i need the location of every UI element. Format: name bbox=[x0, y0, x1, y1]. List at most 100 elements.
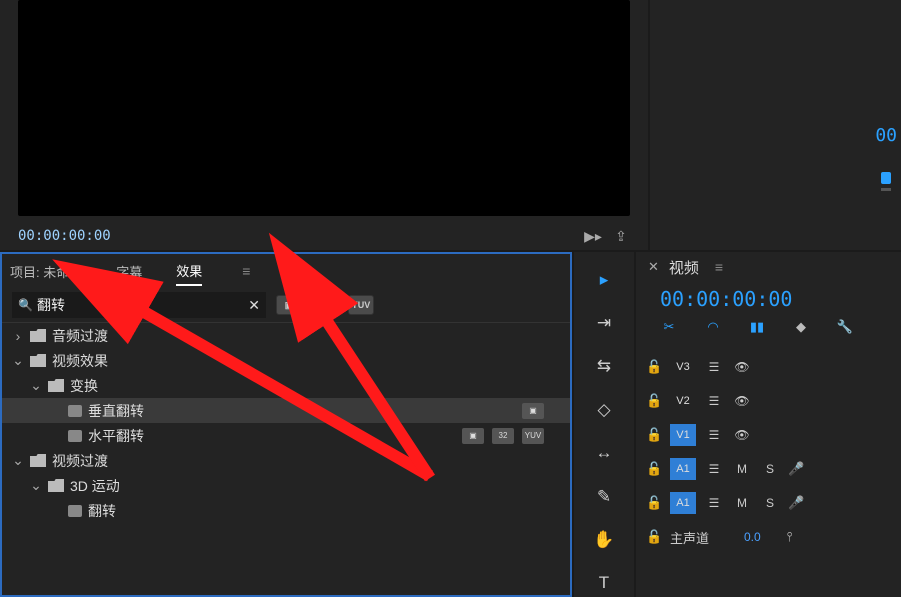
snap-icon[interactable]: ◠ bbox=[704, 318, 722, 336]
mic-icon[interactable]: 🎤 bbox=[788, 461, 804, 477]
folder-icon bbox=[30, 354, 46, 367]
pen-tool[interactable]: ✎ bbox=[590, 483, 618, 510]
tree-label: 3D 运动 bbox=[70, 476, 120, 496]
tree-label: 翻转 bbox=[88, 501, 116, 521]
lock-icon[interactable]: 🔓 bbox=[646, 529, 662, 545]
mic-icon[interactable]: 🎤 bbox=[788, 495, 804, 511]
clear-search-icon[interactable]: ✕ bbox=[248, 297, 260, 314]
folder-icon bbox=[48, 479, 64, 492]
track-master[interactable]: 🔓 主声道 0.0 ⫯ bbox=[642, 522, 901, 552]
solo-button[interactable]: S bbox=[760, 494, 780, 512]
caret-icon: ⌄ bbox=[30, 377, 42, 394]
rolling-tool[interactable]: ⇆ bbox=[590, 353, 618, 380]
tree-label: 视频效果 bbox=[52, 351, 108, 371]
lock-icon[interactable]: 🔓 bbox=[646, 393, 662, 409]
accelerated-icon: ▣ bbox=[522, 403, 544, 419]
tree-label: 垂直翻转 bbox=[88, 401, 144, 421]
track-a1[interactable]: 🔓 A1 ☰ M S 🎤 bbox=[642, 488, 901, 518]
track-v1[interactable]: 🔓 V1 ☰ 👁 bbox=[642, 420, 901, 450]
accelerated-icon: ▣ bbox=[462, 428, 484, 444]
eye-icon[interactable]: 👁 bbox=[732, 358, 752, 376]
settings-icon[interactable]: 🔧 bbox=[836, 318, 854, 336]
track-label[interactable]: A1 bbox=[670, 492, 696, 514]
tab-subtitle[interactable]: 字幕 bbox=[116, 258, 142, 285]
32bit-filter-badge[interactable]: 32 bbox=[312, 295, 338, 315]
accelerated-filter-badge[interactable]: ▣ bbox=[276, 295, 302, 315]
track-a1-source[interactable]: 🔓 A1 ☰ M S 🎤 bbox=[642, 454, 901, 484]
mute-button[interactable]: M bbox=[732, 494, 752, 512]
export-frame-icon[interactable]: ⇪ bbox=[612, 228, 630, 244]
close-icon[interactable]: ✕ bbox=[648, 259, 659, 275]
sync-lock-icon[interactable]: ☰ bbox=[704, 358, 724, 376]
tab-project[interactable]: 项目: 未命名 bbox=[10, 258, 82, 285]
effect-horizontal-flip[interactable]: 水平翻转 ▣ 32 YUV bbox=[2, 423, 570, 448]
monitor-timecode: 00:00:00:00 bbox=[18, 228, 111, 244]
nest-toggle-icon[interactable]: ✂ bbox=[660, 318, 678, 336]
effect-vertical-flip[interactable]: 垂直翻转 ▣ bbox=[2, 398, 570, 423]
effect-flip-transition[interactable]: 翻转 bbox=[2, 498, 570, 523]
effects-panel: 项目: 未命名 字幕 效果 ≡ 🔍 ✕ ▣ 32 YUV › 音频过渡 ⌄ bbox=[0, 252, 572, 597]
sync-lock-icon[interactable]: ☰ bbox=[704, 494, 724, 512]
effects-search-box[interactable]: 🔍 ✕ bbox=[12, 292, 266, 318]
tree-video-effects[interactable]: ⌄ 视频效果 bbox=[2, 348, 570, 373]
lock-icon[interactable]: 🔓 bbox=[646, 359, 662, 375]
eye-icon[interactable]: 👁 bbox=[732, 392, 752, 410]
panel-menu-icon[interactable]: ≡ bbox=[242, 263, 250, 279]
tree-label: 变换 bbox=[70, 376, 98, 396]
ripple-tool[interactable]: ⇥ bbox=[590, 309, 618, 336]
tree-video-transitions[interactable]: ⌄ 视频过渡 bbox=[2, 448, 570, 473]
eye-icon[interactable]: 👁 bbox=[732, 426, 752, 444]
master-volume[interactable]: 0.0 bbox=[744, 530, 761, 544]
track-label[interactable]: V2 bbox=[670, 390, 696, 412]
track-v3[interactable]: 🔓 V3 ☰ 👁 bbox=[642, 352, 901, 382]
panel-menu-icon[interactable]: ≡ bbox=[715, 259, 723, 275]
caret-icon: › bbox=[12, 328, 24, 344]
solo-button[interactable]: S bbox=[760, 460, 780, 478]
sync-lock-icon[interactable]: ☰ bbox=[704, 392, 724, 410]
tree-3d-motion[interactable]: ⌄ 3D 运动 bbox=[2, 473, 570, 498]
selection-tool[interactable]: ▸ bbox=[590, 266, 618, 293]
play-icon[interactable]: ▶▸ bbox=[584, 228, 602, 244]
program-monitor: 00 bbox=[648, 0, 901, 250]
32bit-icon: 32 bbox=[492, 428, 514, 444]
tree-audio-transitions[interactable]: › 音频过渡 bbox=[2, 323, 570, 348]
sync-lock-icon[interactable]: ☰ bbox=[704, 460, 724, 478]
slip-tool[interactable]: ↔ bbox=[590, 440, 618, 467]
caret-icon: ⌄ bbox=[12, 352, 24, 369]
tab-effects[interactable]: 效果 bbox=[176, 257, 202, 286]
tree-transform[interactable]: ⌄ 变换 bbox=[2, 373, 570, 398]
partial-timecode: 00 bbox=[875, 125, 897, 146]
folder-icon bbox=[30, 454, 46, 467]
playhead-handle[interactable] bbox=[881, 172, 891, 184]
effect-icon bbox=[68, 505, 82, 517]
timeline-title: 视频 bbox=[669, 257, 699, 278]
marker-icon[interactable]: ◆ bbox=[792, 318, 810, 336]
lock-icon[interactable]: 🔓 bbox=[646, 495, 662, 511]
linked-selection-icon[interactable]: ▮▮ bbox=[748, 318, 766, 336]
effect-icon bbox=[68, 430, 82, 442]
track-header-area: 🔓 V3 ☰ 👁 🔓 V2 ☰ 👁 🔓 V1 ☰ 👁 🔓 A1 ☰ bbox=[636, 344, 901, 597]
source-monitor: 00:00:00:00 ▶▸ ⇪ bbox=[0, 0, 648, 250]
lock-icon[interactable]: 🔓 bbox=[646, 461, 662, 477]
track-v2[interactable]: 🔓 V2 ☰ 👁 bbox=[642, 386, 901, 416]
track-label[interactable]: V3 bbox=[670, 356, 696, 378]
folder-icon bbox=[30, 329, 46, 342]
lock-icon[interactable]: 🔓 bbox=[646, 427, 662, 443]
tree-label: 水平翻转 bbox=[88, 426, 144, 446]
search-input[interactable] bbox=[37, 297, 248, 313]
tool-panel: ▸ ⇥ ⇆ ◇ ↔ ✎ ✋ T bbox=[572, 252, 634, 597]
caret-icon: ⌄ bbox=[30, 477, 42, 494]
rate-stretch-tool[interactable]: ◇ bbox=[590, 396, 618, 423]
effect-icon bbox=[68, 405, 82, 417]
timeline-timecode[interactable]: 00:00:00:00 bbox=[636, 282, 901, 316]
track-label[interactable]: A1 bbox=[670, 458, 696, 480]
meter-icon[interactable]: ⫯ bbox=[787, 529, 803, 545]
mute-button[interactable]: M bbox=[732, 460, 752, 478]
caret-icon: ⌄ bbox=[12, 452, 24, 469]
type-tool[interactable]: T bbox=[590, 570, 618, 597]
track-label[interactable]: V1 bbox=[670, 424, 696, 446]
sync-lock-icon[interactable]: ☰ bbox=[704, 426, 724, 444]
hand-tool[interactable]: ✋ bbox=[590, 526, 618, 553]
yuv-filter-badge[interactable]: YUV bbox=[348, 295, 374, 315]
folder-icon bbox=[48, 379, 64, 392]
